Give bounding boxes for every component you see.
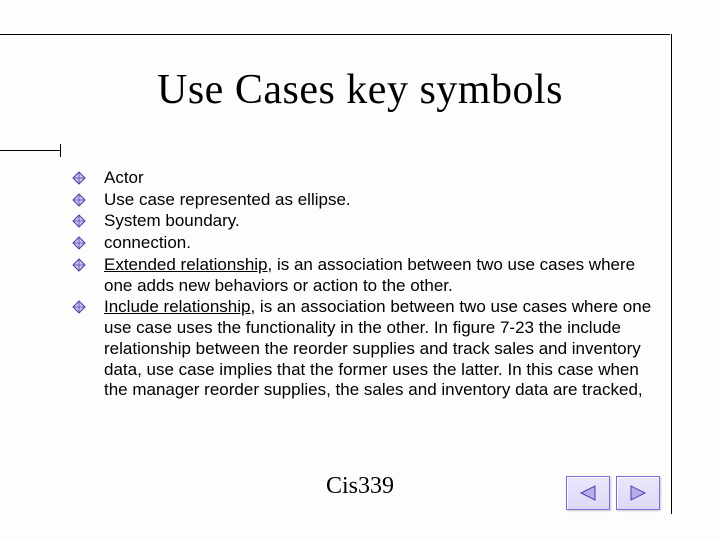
- bullet-text: Include relationship, is an association …: [104, 297, 652, 401]
- bullet-lead: Extended relationship: [104, 255, 268, 274]
- bullet-text: Extended relationship, is an association…: [104, 255, 652, 296]
- next-button[interactable]: [616, 476, 660, 510]
- bullet-text: connection.: [104, 233, 652, 254]
- diamond-bullet-icon: [72, 171, 90, 185]
- page-title: Use Cases key symbols: [50, 66, 670, 114]
- list-item: Actor: [72, 168, 652, 189]
- rule-right: [671, 34, 672, 514]
- rule-mid-tick: [60, 144, 61, 157]
- bullet-lead: Include relationship: [104, 297, 250, 316]
- diamond-bullet-icon: [72, 214, 90, 228]
- list-item: Extended relationship, is an association…: [72, 255, 652, 296]
- list-item: System boundary.: [72, 211, 652, 232]
- bullet-list: Actor Use case represented as ellipse. S…: [72, 168, 652, 402]
- slide: Use Cases key symbols Actor Use case rep…: [0, 0, 720, 540]
- rule-mid: [0, 150, 60, 151]
- diamond-bullet-icon: [72, 300, 90, 314]
- list-item: Use case represented as ellipse.: [72, 190, 652, 211]
- nav-controls: [566, 476, 660, 510]
- list-item: Include relationship, is an association …: [72, 297, 652, 401]
- bullet-text: Use case represented as ellipse.: [104, 190, 652, 211]
- triangle-right-icon: [627, 484, 649, 502]
- diamond-bullet-icon: [72, 193, 90, 207]
- triangle-left-icon: [577, 484, 599, 502]
- diamond-bullet-icon: [72, 236, 90, 250]
- list-item: connection.: [72, 233, 652, 254]
- bullet-text: Actor: [104, 168, 652, 189]
- prev-button[interactable]: [566, 476, 610, 510]
- rule-top: [0, 34, 670, 35]
- diamond-bullet-icon: [72, 258, 90, 272]
- bullet-text: System boundary.: [104, 211, 652, 232]
